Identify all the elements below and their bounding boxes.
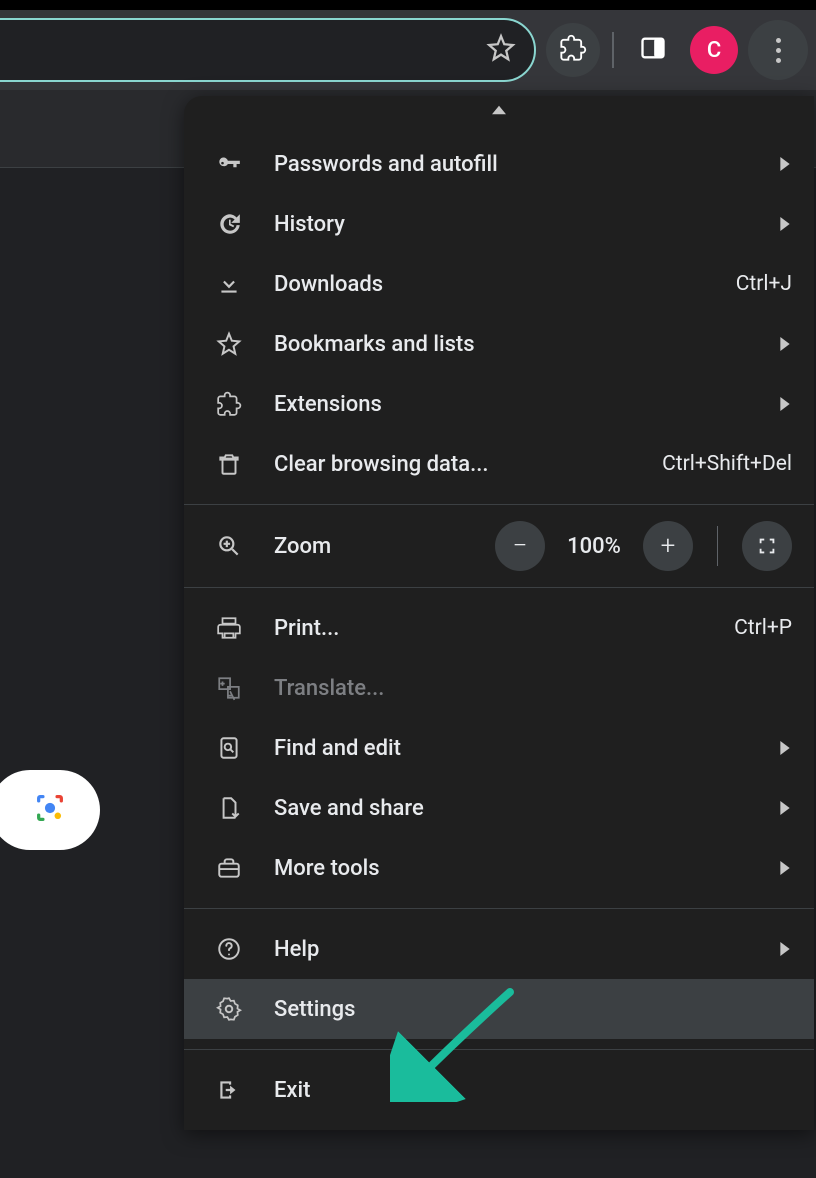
menu-label: History [274, 212, 748, 237]
file-download-icon [214, 795, 244, 821]
side-panel-button[interactable] [626, 23, 680, 77]
chrome-menu: Passwords and autofill History Downloads… [184, 96, 814, 1130]
star-icon [214, 331, 244, 357]
find-icon [214, 735, 244, 761]
menu-passwords[interactable]: Passwords and autofill [184, 134, 814, 194]
profile-avatar[interactable]: C [690, 26, 738, 74]
menu-label: Help [274, 937, 748, 962]
menu-label: Clear browsing data... [274, 452, 632, 477]
lens-icon [33, 791, 67, 829]
chevron-right-icon [778, 212, 792, 237]
menu-label: Passwords and autofill [274, 152, 748, 177]
gear-icon [214, 996, 244, 1022]
print-icon [214, 615, 244, 641]
menu-settings[interactable]: Settings [184, 979, 814, 1039]
more-menu-button[interactable] [748, 20, 808, 80]
menu-label: More tools [274, 856, 748, 881]
menu-label: Translate... [274, 676, 792, 701]
menu-exit[interactable]: Exit [184, 1060, 814, 1120]
help-icon [214, 936, 244, 962]
puzzle-icon [559, 34, 587, 66]
menu-downloads[interactable]: Downloads Ctrl+J [184, 254, 814, 314]
exit-icon [214, 1077, 244, 1103]
menu-label: Downloads [274, 272, 706, 297]
avatar-letter: C [707, 38, 721, 63]
menu-label: Print... [274, 616, 704, 641]
menu-help[interactable]: Help [184, 919, 814, 979]
google-lens-button[interactable] [0, 770, 100, 850]
bookmark-star-icon[interactable] [486, 33, 516, 67]
download-icon [214, 271, 244, 297]
toolbar-divider [612, 32, 614, 68]
zoom-label: Zoom [274, 534, 465, 559]
menu-shortcut: Ctrl+J [736, 272, 792, 296]
menu-label: Find and edit [274, 736, 748, 761]
chevron-right-icon [778, 937, 792, 962]
menu-label: Exit [274, 1078, 792, 1103]
menu-extensions[interactable]: Extensions [184, 374, 814, 434]
zoom-in-button[interactable]: + [643, 521, 693, 571]
history-icon [214, 211, 244, 237]
chevron-right-icon [778, 332, 792, 357]
zoom-out-button[interactable]: − [495, 521, 545, 571]
menu-clear-data[interactable]: Clear browsing data... Ctrl+Shift+Del [184, 434, 814, 494]
address-bar[interactable] [0, 18, 536, 82]
translate-icon [214, 675, 244, 701]
chevron-right-icon [778, 736, 792, 761]
zoom-value: 100% [559, 534, 629, 559]
trash-icon [214, 451, 244, 477]
fullscreen-button[interactable] [742, 521, 792, 571]
toolbox-icon [214, 855, 244, 881]
more-vert-icon [776, 38, 781, 63]
key-icon [214, 151, 244, 177]
menu-zoom: Zoom − 100% + [184, 505, 814, 587]
menu-bookmarks[interactable]: Bookmarks and lists [184, 314, 814, 374]
menu-shortcut: Ctrl+Shift+Del [662, 452, 792, 476]
menu-label: Settings [274, 997, 792, 1022]
menu-more-tools[interactable]: More tools [184, 838, 814, 898]
browser-toolbar: C [0, 10, 816, 90]
zoom-in-icon [214, 533, 244, 559]
extensions-button[interactable] [546, 23, 600, 77]
chevron-right-icon [778, 152, 792, 177]
menu-label: Extensions [274, 392, 748, 417]
menu-label: Bookmarks and lists [274, 332, 748, 357]
menu-shortcut: Ctrl+P [734, 616, 792, 640]
menu-history[interactable]: History [184, 194, 814, 254]
menu-label: Save and share [274, 796, 748, 821]
menu-scroll-up[interactable] [184, 96, 814, 124]
puzzle-icon [214, 391, 244, 417]
menu-find[interactable]: Find and edit [184, 718, 814, 778]
chevron-right-icon [778, 796, 792, 821]
menu-print[interactable]: Print... Ctrl+P [184, 598, 814, 658]
chevron-right-icon [778, 856, 792, 881]
panel-icon [639, 34, 667, 66]
chevron-right-icon [778, 392, 792, 417]
menu-save-share[interactable]: Save and share [184, 778, 814, 838]
menu-translate: Translate... [184, 658, 814, 718]
